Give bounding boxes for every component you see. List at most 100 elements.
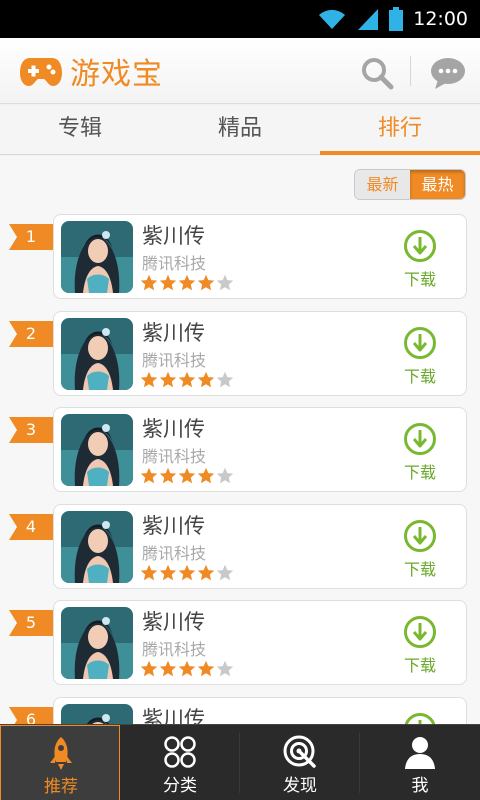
app-icon xyxy=(61,704,133,724)
app-icon xyxy=(61,318,133,390)
star-empty-icon xyxy=(216,467,234,484)
rating-stars xyxy=(140,660,234,677)
rank-number: 2 xyxy=(25,324,37,343)
nav-recommend[interactable]: 推荐 xyxy=(0,725,120,800)
download-label: 下载 xyxy=(403,560,436,579)
gamepad-icon xyxy=(20,58,62,86)
nav-label: 分类 xyxy=(163,776,197,796)
header-divider xyxy=(410,56,411,86)
rankings-list: 最新 最热 1 紫川传 腾讯科技 下载 2 紫川传 腾讯科技 下载 3 紫川传 腾讯科技 下载 4 紫川传… xyxy=(0,156,480,724)
app-header: 游戏宝 xyxy=(0,38,480,104)
tab-bar: 专辑 精品 排行 xyxy=(0,105,480,155)
download-icon xyxy=(404,423,436,455)
grid-icon xyxy=(164,736,196,768)
chat-bubble-icon[interactable] xyxy=(430,56,466,90)
rank-badge: 5 xyxy=(9,610,53,636)
app-name: 紫川传 xyxy=(142,514,205,538)
tab-featured[interactable]: 精品 xyxy=(160,105,320,155)
clock: 12:00 xyxy=(413,8,468,30)
person-icon xyxy=(405,737,435,769)
app-developer: 腾讯科技 xyxy=(142,351,207,370)
download-label: 下载 xyxy=(403,367,436,386)
rating-stars xyxy=(140,564,234,581)
search-icon[interactable] xyxy=(360,56,394,90)
star-filled-icon xyxy=(140,274,158,291)
tab-rankings[interactable]: 排行 xyxy=(320,105,480,155)
app-list-item[interactable]: 紫川传腾讯科技下载 xyxy=(53,407,467,492)
app-list-item[interactable]: 紫川传腾讯科技下载 xyxy=(53,504,467,589)
star-filled-icon xyxy=(178,274,196,291)
rank-badge: 4 xyxy=(9,514,53,540)
download-icon xyxy=(404,616,436,648)
download-button[interactable]: 下载 xyxy=(394,712,446,724)
rank-badge: 2 xyxy=(9,321,53,347)
download-label: 下载 xyxy=(403,656,436,675)
star-filled-icon xyxy=(197,660,215,677)
wifi-icon xyxy=(319,9,346,29)
star-filled-icon xyxy=(159,467,177,484)
signal-icon xyxy=(358,9,379,30)
sort-hottest-button[interactable]: 最热 xyxy=(410,170,465,199)
download-button[interactable]: 下载 xyxy=(394,229,446,291)
rank-number: 1 xyxy=(25,227,37,246)
rank-badge: 3 xyxy=(9,417,53,443)
rank-number: 6 xyxy=(25,710,37,724)
app-name: 紫川传 xyxy=(142,417,205,441)
star-filled-icon xyxy=(159,564,177,581)
star-empty-icon xyxy=(216,564,234,581)
download-icon xyxy=(404,230,436,262)
nav-me[interactable]: 我 xyxy=(360,725,480,800)
nav-discover[interactable]: 发现 xyxy=(240,725,360,800)
app-developer: 腾讯科技 xyxy=(142,544,207,563)
download-button[interactable]: 下载 xyxy=(394,326,446,388)
app-icon xyxy=(61,221,133,293)
rocket-icon xyxy=(50,737,72,770)
app-list-item[interactable]: 紫川传腾讯科技下载 xyxy=(53,600,467,685)
radar-icon xyxy=(283,735,316,768)
rating-stars xyxy=(140,371,234,388)
star-filled-icon xyxy=(140,467,158,484)
star-filled-icon xyxy=(197,274,215,291)
rating-stars xyxy=(140,467,234,484)
star-empty-icon xyxy=(216,274,234,291)
star-empty-icon xyxy=(216,660,234,677)
status-bar: 12:00 xyxy=(0,0,480,38)
star-filled-icon xyxy=(178,467,196,484)
app-name: 紫川传 xyxy=(142,321,205,345)
star-filled-icon xyxy=(159,660,177,677)
app-name: 紫川传 xyxy=(142,224,205,248)
tab-active-indicator xyxy=(320,151,480,155)
nav-divider xyxy=(359,733,360,793)
tab-albums[interactable]: 专辑 xyxy=(0,105,160,155)
app-list-item[interactable]: 紫川传腾讯科技下载 xyxy=(53,697,467,724)
bottom-nav: 推荐 分类 发现 我 xyxy=(0,724,480,800)
star-filled-icon xyxy=(140,371,158,388)
sort-toggle: 最新 最热 xyxy=(354,169,466,200)
app-name: 紫川传 xyxy=(142,610,205,634)
rank-badge: 6 xyxy=(9,707,53,724)
app-title: 游戏宝 xyxy=(70,57,163,92)
sort-newest-button[interactable]: 最新 xyxy=(355,170,410,199)
nav-label: 推荐 xyxy=(44,777,78,797)
rank-number: 5 xyxy=(25,613,37,632)
star-empty-icon xyxy=(216,371,234,388)
star-filled-icon xyxy=(178,371,196,388)
star-filled-icon xyxy=(140,660,158,677)
star-filled-icon xyxy=(178,660,196,677)
star-filled-icon xyxy=(197,564,215,581)
star-filled-icon xyxy=(159,274,177,291)
app-developer: 腾讯科技 xyxy=(142,447,207,466)
download-label: 下载 xyxy=(403,463,436,482)
app-list-item[interactable]: 紫川传腾讯科技下载 xyxy=(53,311,467,396)
download-button[interactable]: 下载 xyxy=(394,422,446,484)
rank-number: 4 xyxy=(25,517,37,536)
app-list-item[interactable]: 紫川传腾讯科技 下载 xyxy=(53,214,467,299)
download-button[interactable]: 下载 xyxy=(394,615,446,677)
rank-badge: 1 xyxy=(9,224,53,250)
nav-label: 发现 xyxy=(283,776,317,796)
rating-stars xyxy=(140,274,234,291)
app-developer: 腾讯科技 xyxy=(142,254,207,273)
nav-categories[interactable]: 分类 xyxy=(120,725,240,800)
download-icon xyxy=(404,520,436,552)
download-button[interactable]: 下载 xyxy=(394,519,446,581)
